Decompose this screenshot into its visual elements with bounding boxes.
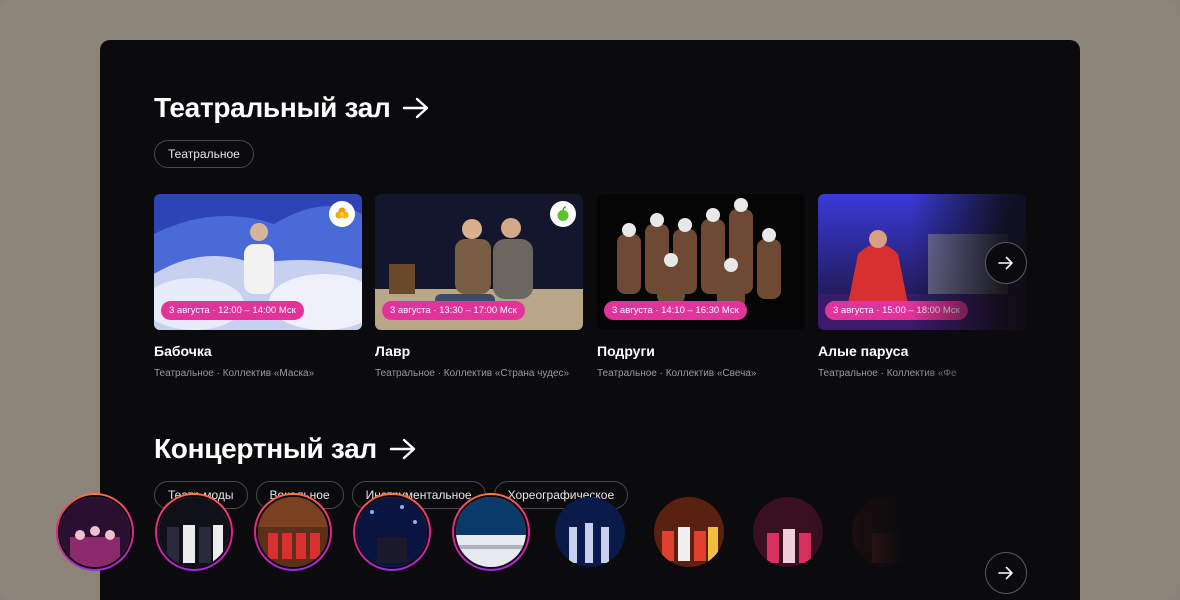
event-card[interactable]: 3 августа · 14:10 – 16:30 Мск Подруги Те… xyxy=(597,194,805,379)
event-time-badge: 3 августа · 15:00 – 18:00 Мск xyxy=(825,301,968,320)
concert-next-button[interactable] xyxy=(985,552,1027,594)
arrow-right-icon xyxy=(389,438,416,460)
event-card[interactable]: 3 августа · 13:30 – 17:00 Мск Лавр Театр… xyxy=(375,194,583,379)
theater-section-title[interactable]: Театральный зал xyxy=(154,92,430,124)
event-time-badge: 3 августа · 14:10 – 16:30 Мск xyxy=(604,301,747,320)
page-backdrop: Театральный зал Театральное 3 августа · … xyxy=(0,0,1180,600)
event-time-badge: 3 августа · 13:30 – 17:00 Мск xyxy=(382,301,525,320)
story-circle[interactable] xyxy=(56,493,134,571)
event-title: Бабочка xyxy=(154,343,212,359)
stories-fade xyxy=(806,493,926,583)
event-image: 3 августа · 12:00 – 14:00 Мск xyxy=(154,194,362,330)
event-subtitle: Театральное · Коллектив «Маска» xyxy=(154,368,315,379)
theater-title-text: Театральный зал xyxy=(154,92,391,123)
event-card[interactable]: 3 августа · 12:00 – 14:00 Мск Бабочка Те… xyxy=(154,194,362,379)
arrow-right-icon xyxy=(998,256,1013,270)
theater-filter-chips: Театральное xyxy=(154,140,254,168)
event-subtitle: Театральное · Коллектив «Страна чудес» xyxy=(375,368,570,379)
event-time-badge: 3 августа · 12:00 – 14:00 Мск xyxy=(161,301,304,320)
story-circle[interactable] xyxy=(650,493,728,571)
event-image: 3 августа · 14:10 – 16:30 Мск xyxy=(597,194,805,330)
event-title: Подруги xyxy=(597,343,655,359)
theater-next-button[interactable] xyxy=(985,242,1027,284)
event-title: Лавр xyxy=(375,343,411,359)
event-subtitle: Театральное · Коллектив «Фе xyxy=(818,368,957,379)
story-circle[interactable] xyxy=(353,493,431,571)
story-circle[interactable] xyxy=(254,493,332,571)
story-circle[interactable] xyxy=(155,493,233,571)
green-apple-icon xyxy=(550,201,576,227)
event-image: 3 августа · 13:30 – 17:00 Мск xyxy=(375,194,583,330)
orange-flower-icon xyxy=(329,201,355,227)
story-circle[interactable] xyxy=(551,493,629,571)
arrow-right-icon xyxy=(998,566,1013,580)
concert-section-title[interactable]: Концертный зал xyxy=(154,433,417,465)
story-circle[interactable] xyxy=(452,493,530,571)
event-title: Алые паруса xyxy=(818,343,909,359)
chip-theatrical[interactable]: Театральное xyxy=(154,140,254,168)
event-subtitle: Театральное · Коллектив «Свеча» xyxy=(597,368,757,379)
arrow-right-icon xyxy=(403,97,429,119)
concert-title-text: Концертный зал xyxy=(154,433,377,464)
theater-carousel: 3 августа · 12:00 – 14:00 Мск Бабочка Те… xyxy=(154,194,1080,394)
event-card[interactable]: 3 августа · 15:00 – 18:00 Мск Алые парус… xyxy=(818,194,1026,379)
concert-stories-row xyxy=(56,493,926,583)
